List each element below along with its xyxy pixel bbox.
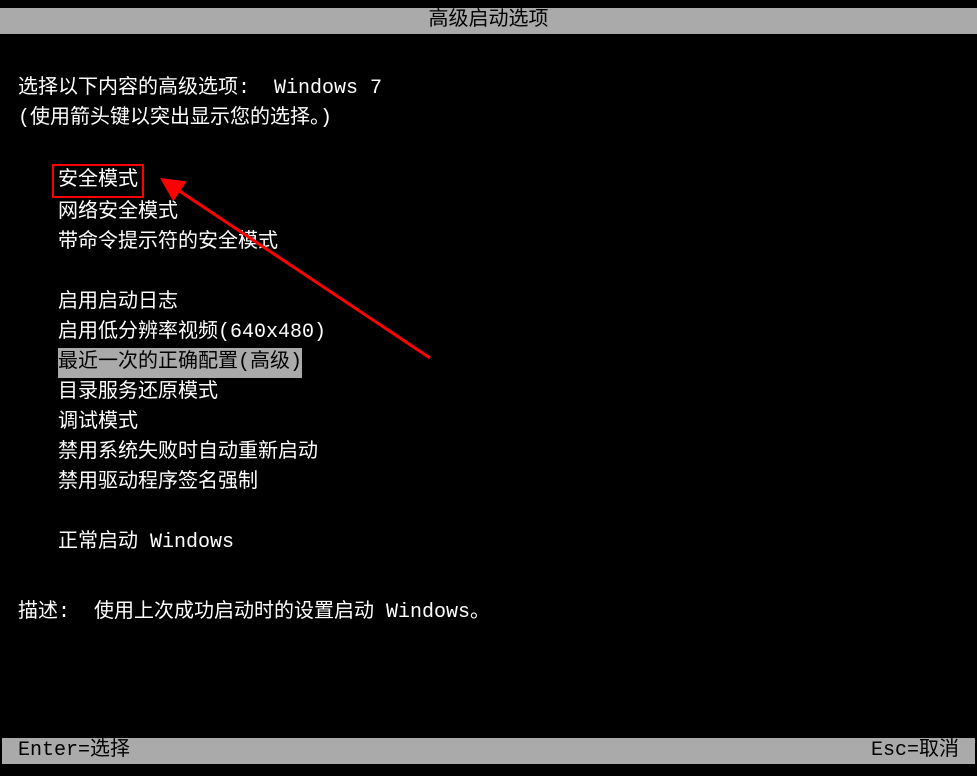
intro-line-1: 选择以下内容的高级选项: Windows 7 [18,74,959,104]
menu-item-boot-logging[interactable]: 启用启动日志 [58,288,178,318]
content-area: 选择以下内容的高级选项: Windows 7 (使用箭头键以突出显示您的选择。)… [0,34,977,558]
menu-item-safe-mode[interactable]: 安全模式 [52,164,144,198]
title-bar: 高级启动选项 [0,8,977,34]
menu-item-start-normally[interactable]: 正常启动 Windows [58,528,234,558]
menu-item-safe-mode-cmd[interactable]: 带命令提示符的安全模式 [58,228,278,258]
menu-item-disable-driver-sig[interactable]: 禁用驱动程序签名强制 [58,468,258,498]
intro-line-2: (使用箭头键以突出显示您的选择。) [18,104,959,134]
page-title: 高级启动选项 [429,9,549,32]
os-name: Windows 7 [274,77,382,100]
menu-item-ds-restore[interactable]: 目录服务还原模式 [58,378,218,408]
menu-item-low-res-video[interactable]: 启用低分辨率视频(640x480) [58,318,326,348]
menu-spacer [58,498,959,528]
boot-menu[interactable]: 安全模式 网络安全模式 带命令提示符的安全模式 启用启动日志 启用低分辨率视频(… [18,164,959,558]
intro-prefix: 选择以下内容的高级选项: [18,77,274,100]
footer-esc-hint: Esc=取消 [871,738,959,764]
menu-item-disable-auto-restart[interactable]: 禁用系统失败时自动重新启动 [58,438,318,468]
menu-item-debug-mode[interactable]: 调试模式 [58,408,138,438]
description-text: 使用上次成功启动时的设置启动 Windows。 [94,601,490,624]
description-line: 描述: 使用上次成功启动时的设置启动 Windows。 [0,594,977,624]
menu-item-last-known-good[interactable]: 最近一次的正确配置(高级) [58,348,302,378]
footer-enter-hint: Enter=选择 [18,738,130,764]
description-label: 描述: [18,601,94,624]
menu-spacer [58,258,959,288]
menu-item-safe-mode-networking[interactable]: 网络安全模式 [58,198,178,228]
footer-bar: Enter=选择 Esc=取消 [2,738,975,764]
